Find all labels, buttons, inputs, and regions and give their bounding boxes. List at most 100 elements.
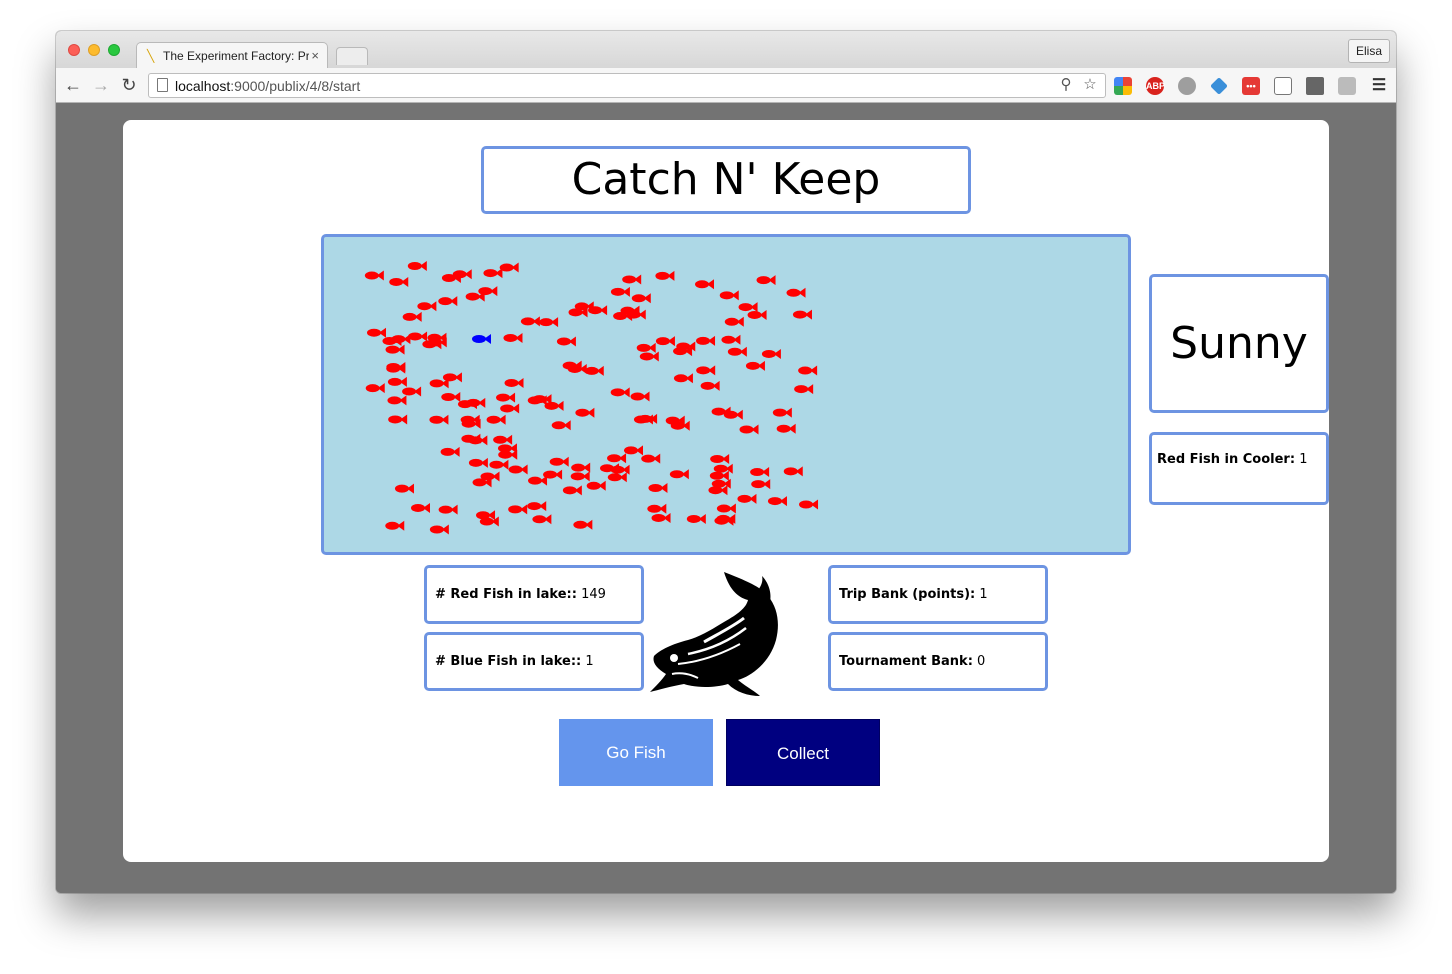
- search-zoom-icon[interactable]: ⚲: [1057, 76, 1075, 94]
- red-fish: [721, 334, 741, 345]
- red-fish: [738, 302, 758, 313]
- red-fish: [486, 414, 506, 425]
- blue-fish-lake-count: # Blue Fish in lake:: 1: [424, 632, 644, 691]
- red-fish: [532, 514, 552, 525]
- menu-icon[interactable]: ☰: [1370, 77, 1388, 95]
- browser-tab[interactable]: ╲ The Experiment Factory: Pr ×: [136, 42, 328, 69]
- mail-extension-icon[interactable]: [1306, 77, 1324, 95]
- red-fish: [767, 496, 787, 507]
- dropbox-extension-icon[interactable]: [1338, 77, 1356, 95]
- red-fish: [411, 502, 431, 513]
- red-fish: [633, 414, 653, 425]
- back-arrow-icon[interactable]: ←: [63, 75, 83, 95]
- red-fish: [476, 510, 496, 521]
- address-bar[interactable]: localhost:9000/publix/4/8/start ⚲ ☆: [148, 73, 1106, 98]
- close-window-button[interactable]: [68, 44, 80, 56]
- adblock-extension-icon[interactable]: ABP: [1146, 77, 1165, 95]
- red-fish: [429, 524, 449, 535]
- red-fish: [630, 391, 650, 402]
- red-fish: [783, 466, 803, 477]
- red-fish: [496, 392, 516, 403]
- red-fish: [438, 296, 458, 307]
- document-extension-icon[interactable]: [1274, 77, 1292, 95]
- red-fish: [724, 316, 744, 327]
- zoom-window-button[interactable]: [108, 44, 120, 56]
- red-fish: [719, 290, 739, 301]
- red-fish: [365, 383, 385, 394]
- red-fish: [407, 260, 427, 271]
- red-fish: [695, 279, 715, 290]
- red-fish: [794, 384, 814, 395]
- red-fish: [798, 365, 818, 376]
- browser-window: ╲ The Experiment Factory: Pr × Elisa ← →…: [56, 31, 1396, 893]
- red-fish: [647, 503, 667, 514]
- red-fish: [441, 391, 461, 402]
- lastpass-extension-icon[interactable]: •••: [1242, 77, 1260, 95]
- red-fish: [799, 499, 819, 510]
- red-fish: [610, 286, 630, 297]
- cooler-count: Red Fish in Cooler: 1: [1149, 432, 1329, 505]
- red-fish: [520, 316, 540, 327]
- red-fish: [786, 287, 806, 298]
- tournament-bank-value: 0: [977, 654, 986, 669]
- red-fish: [468, 457, 488, 468]
- reload-icon[interactable]: ↻: [119, 75, 139, 95]
- forward-arrow-icon[interactable]: →: [91, 75, 111, 95]
- bookmark-star-icon[interactable]: ☆: [1081, 76, 1099, 94]
- tab-close-icon[interactable]: ×: [311, 48, 319, 63]
- red-fish: [776, 423, 796, 434]
- red-fish: [648, 482, 668, 493]
- trip-bank-value: 1: [979, 587, 988, 602]
- page-icon: [157, 78, 168, 92]
- red-fish: [388, 414, 408, 425]
- red-fish: [651, 512, 671, 523]
- diamond-extension-icon[interactable]: [1210, 77, 1228, 95]
- red-fish: [556, 336, 576, 347]
- red-fish: [607, 453, 627, 464]
- red-fish: [503, 332, 523, 343]
- red-fish: [528, 475, 548, 486]
- red-fish: [573, 519, 593, 530]
- minimize-window-button[interactable]: [88, 44, 100, 56]
- red-fish: [636, 342, 656, 353]
- new-tab-button[interactable]: [336, 47, 368, 65]
- red-fish: [655, 270, 675, 281]
- url-text[interactable]: localhost:9000/publix/4/8/start: [175, 78, 360, 94]
- lake[interactable]: [321, 234, 1131, 555]
- red-fish: [394, 483, 414, 494]
- red-fish: [493, 434, 513, 445]
- red-fish: [673, 373, 693, 384]
- red-fish: [539, 317, 559, 328]
- profile-button[interactable]: Elisa: [1347, 39, 1390, 63]
- page-viewport: Catch N' Keep Sunny Red Fish in Cooler: …: [56, 103, 1396, 893]
- trip-bank: Trip Bank (points): 1: [828, 565, 1048, 624]
- red-fish: [429, 414, 449, 425]
- red-fish: [750, 467, 770, 478]
- red-fish: [607, 472, 627, 483]
- red-fish: [562, 485, 582, 496]
- red-fish: [408, 331, 428, 342]
- red-fish: [504, 377, 524, 388]
- red-fish: [756, 275, 776, 286]
- collect-button[interactable]: Collect: [726, 719, 880, 786]
- lake-canvas: [364, 260, 819, 535]
- tab-title: The Experiment Factory: Pr: [163, 49, 309, 63]
- red-fish: [739, 424, 759, 435]
- extension-badge-icon[interactable]: [1178, 77, 1196, 95]
- red-fish-lake-count: # Red Fish in lake:: 149: [424, 565, 644, 624]
- red-fish: [549, 456, 569, 467]
- red-fish: [610, 387, 630, 398]
- google-extension-icon[interactable]: [1114, 77, 1132, 95]
- weather-display: Sunny: [1149, 274, 1329, 413]
- red-fish-lake-label: # Red Fish in lake::: [435, 587, 577, 602]
- blue-fish: [472, 334, 491, 344]
- red-fish: [686, 513, 706, 524]
- red-fish: [571, 462, 591, 473]
- red-fish: [417, 301, 437, 312]
- red-fish: [385, 344, 405, 355]
- tournament-bank-label: Tournament Bank:: [839, 654, 973, 669]
- cooler-value: 1: [1299, 452, 1308, 467]
- red-fish: [622, 274, 642, 285]
- go-fish-button[interactable]: Go Fish: [559, 719, 713, 786]
- red-fish: [440, 446, 460, 457]
